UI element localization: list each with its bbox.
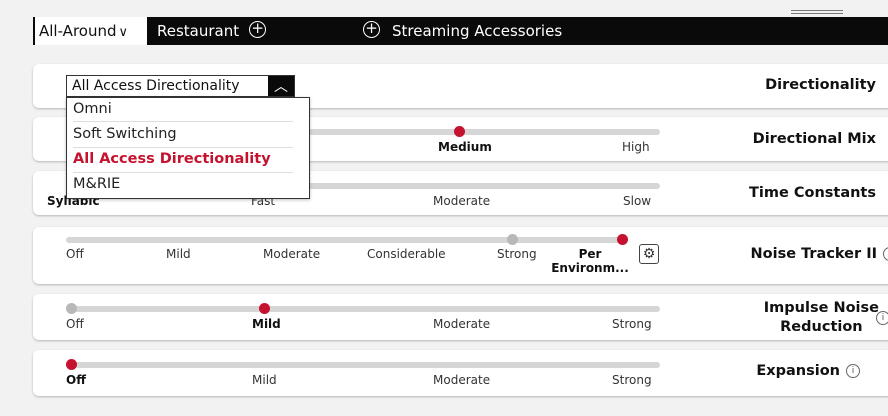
chevron-up-icon[interactable]: ︿	[268, 76, 294, 96]
plus-circle-icon[interactable]: +	[249, 21, 267, 38]
directionality-selected-value: All Access Directionality	[72, 78, 240, 94]
tick-mild: Mild	[252, 317, 281, 331]
option-divider	[73, 121, 293, 122]
tick-strong: Strong	[497, 247, 537, 261]
plus-circle-icon[interactable]: +	[363, 21, 380, 38]
tick-off: Off	[66, 247, 84, 261]
option-mrie[interactable]: M&RIE	[73, 176, 120, 192]
option-all-access-directionality[interactable]: All Access Directionality	[73, 151, 271, 167]
noise-tracker-label-text: Noise Tracker II	[750, 246, 878, 262]
expansion-card: Off Mild Moderate Strong Expansion i	[33, 350, 888, 396]
impulse-noise-label-line1: Impulse Noise	[763, 300, 879, 316]
noise-tracker-secondary-marker	[507, 234, 518, 245]
tick-off: Off	[66, 373, 86, 387]
expansion-label: Expansion i	[756, 363, 860, 379]
top-gap	[0, 0, 888, 17]
tick-high: High	[622, 140, 650, 154]
directionality-select[interactable]: All Access Directionality ︿	[66, 75, 295, 97]
directionality-label: Directionality	[765, 77, 876, 93]
noise-tracker-thumb[interactable]	[617, 234, 628, 245]
tab-label: Restaurant	[157, 22, 240, 40]
tick-moderate: Moderate	[433, 317, 491, 331]
tab-label: All-Around	[39, 22, 117, 40]
expansion-label-text: Expansion	[756, 363, 840, 379]
tick-medium: Medium	[438, 140, 492, 154]
directional-mix-thumb[interactable]	[454, 126, 465, 137]
tab-restaurant[interactable]: Restaurant +	[157, 17, 267, 45]
noise-tracker-track[interactable]	[66, 237, 625, 243]
noise-tracker-card: Off Mild Moderate Considerable Strong Pe…	[33, 227, 888, 284]
option-soft-switching[interactable]: Soft Switching	[73, 126, 177, 142]
noise-tracker-label: Noise Tracker II i	[751, 246, 888, 262]
impulse-noise-thumb[interactable]	[259, 303, 270, 314]
expansion-thumb[interactable]	[66, 359, 77, 370]
info-icon[interactable]: i	[883, 247, 888, 261]
chevron-down-icon: ∨	[118, 25, 129, 40]
tick-considerable: Considerable	[367, 247, 446, 261]
directionality-options-menu: Omni Soft Switching All Access Direction…	[66, 97, 310, 199]
tick-strong: Strong	[612, 317, 652, 331]
tab-all-around[interactable]: All-Around ∨	[35, 17, 147, 45]
time-constants-label: Time Constants	[748, 185, 876, 201]
expansion-track[interactable]	[66, 362, 660, 368]
tick-mild: Mild	[166, 247, 191, 261]
tab-label: Streaming Accessories	[392, 22, 563, 40]
tick-strong: Strong	[612, 373, 652, 387]
impulse-noise-track[interactable]	[66, 306, 660, 312]
option-divider	[73, 172, 293, 173]
tick-moderate: Moderate	[433, 373, 491, 387]
tick-slow: Slow	[623, 194, 652, 208]
info-icon[interactable]: i	[846, 364, 860, 378]
option-omni[interactable]: Omni	[73, 101, 112, 117]
app-root: All-Around ∨ Restaurant + + Streaming Acces…	[0, 0, 888, 416]
tick-moderate: Moderate	[433, 194, 491, 208]
tick-off: Off	[66, 317, 84, 331]
option-divider	[73, 147, 293, 148]
drag-handle[interactable]	[791, 10, 843, 14]
tick-mild: Mild	[252, 373, 277, 387]
impulse-noise-card: Off Mild Moderate Strong Impulse Noise R…	[33, 294, 888, 340]
impulse-noise-secondary-marker	[66, 303, 77, 314]
tick-moderate: Moderate	[263, 247, 321, 261]
impulse-noise-label: Impulse Noise Reduction	[764, 299, 879, 337]
impulse-noise-label-line2: Reduction	[780, 319, 863, 335]
tab-streaming-accessories[interactable]: + Streaming Accessories	[363, 17, 562, 45]
gear-icon[interactable]: ⚙	[639, 244, 659, 264]
info-icon[interactable]: i	[876, 311, 888, 325]
program-tab-bar: All-Around ∨ Restaurant + + Streaming Acces…	[33, 17, 888, 45]
tick-per-environment: Per Environm...	[551, 247, 629, 275]
directional-mix-label: Directional Mix	[752, 131, 876, 147]
